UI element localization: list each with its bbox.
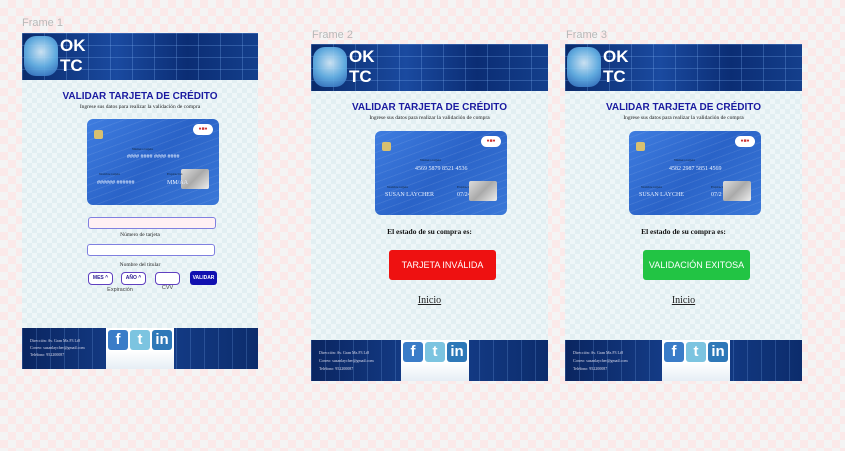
validar-button[interactable]: VALIDAR	[190, 271, 217, 285]
logo: OK TC	[603, 47, 629, 86]
credit-card-preview: ●■● Número tarjeta 4569 5879 8521 4536 N…	[375, 131, 507, 215]
footer: Dirección: Av. Gran Mz.F3 Lt8 Correo: su…	[22, 328, 258, 369]
twitter-icon[interactable]: t	[686, 342, 706, 362]
footer-phone: Teléfono: 952200087	[319, 366, 354, 371]
status-label: El estado de su compra es:	[387, 227, 472, 236]
facebook-icon[interactable]: f	[664, 342, 684, 362]
twitter-icon[interactable]: t	[130, 330, 150, 350]
card-number-input-label: Número de tarjeta	[120, 232, 160, 238]
footer-phone: Teléfono: 952200087	[30, 352, 65, 357]
card-exp-label: Expiración	[167, 172, 183, 176]
page-subtitle: Ingrese sus datos para realizar la valid…	[369, 115, 490, 121]
social-icons: f t in	[401, 340, 469, 381]
card-brands-icon: ●■●	[193, 124, 213, 135]
page-title: VALIDAR TARJETA DE CRÉDITO	[605, 102, 761, 113]
chip-icon	[636, 142, 645, 151]
logo-icon	[313, 47, 347, 87]
inicio-link[interactable]: Inicio	[565, 295, 802, 306]
footer-email: Correo: susanlaycher@gmail.com	[573, 358, 628, 363]
card-brands-icon: ●■●	[735, 136, 755, 147]
facebook-icon[interactable]: f	[108, 330, 128, 350]
chip-icon	[382, 142, 391, 151]
footer-email: Correo: susanlaycher@gmail.com	[30, 345, 85, 350]
card-name: ###### ######	[97, 180, 135, 186]
social-icons: f t in	[662, 340, 730, 381]
facebook-icon[interactable]: f	[403, 342, 423, 362]
linkedin-icon[interactable]: in	[708, 342, 728, 362]
year-select[interactable]: AÑO ^	[121, 272, 146, 285]
card-number-label: Número tarjeta	[674, 158, 696, 162]
logo: OK TC	[349, 47, 375, 86]
header-banner: OK TC	[22, 33, 258, 80]
cvv-input[interactable]	[155, 272, 180, 285]
card-number-label: Número tarjeta	[420, 158, 442, 162]
card-name: SUSAN LAYCHE	[639, 192, 684, 198]
month-select[interactable]: MES ^	[88, 272, 113, 285]
footer-address: Dirección: Av. Gran Mz.F3 Lt8	[30, 338, 81, 343]
social-icons: f t in	[106, 328, 174, 369]
card-number: 4569 5879 8521 4536	[415, 166, 468, 172]
frame-1: OK TC VALIDAR TARJETA DE CRÉDITO Ingrese…	[22, 33, 258, 369]
twitter-icon[interactable]: t	[425, 342, 445, 362]
inicio-link[interactable]: Inicio	[311, 295, 548, 306]
status-badge-success: VALIDACIÓN EXITOSA	[643, 250, 750, 280]
credit-card-preview: ●■● Número tarjeta 4582 2987 5851 4569 N…	[629, 131, 761, 215]
card-number: #### #### #### ####	[127, 154, 180, 160]
footer: Dirección: Av. Gran Mz.F3 Lt8 Correo: su…	[311, 340, 548, 381]
credit-card-preview: ●■● Número tarjeta #### #### #### #### N…	[87, 119, 219, 205]
frame-label[interactable]: Frame 1	[22, 17, 63, 29]
footer: Dirección: Av. Gran Mz.F3 Lt8 Correo: su…	[565, 340, 802, 381]
card-brands-icon: ●■●	[481, 136, 501, 147]
card-exp: MM/AA	[167, 180, 189, 186]
card-number-input[interactable]	[88, 217, 216, 229]
footer-address: Dirección: Av. Gran Mz.F3 Lt8	[319, 350, 370, 355]
expiration-label: Expiración	[107, 287, 133, 293]
logo-icon	[24, 36, 58, 76]
page-subtitle: Ingrese sus datos para realizar la valid…	[79, 104, 201, 110]
frame-label[interactable]: Frame 3	[566, 29, 607, 41]
holder-name-input[interactable]	[87, 244, 215, 256]
holder-name-label: Nombre del titular	[119, 262, 161, 268]
frame-label[interactable]: Frame 2	[312, 29, 353, 41]
card-name: SUSAN LAYCHER	[385, 192, 434, 198]
chip-icon	[94, 130, 103, 139]
cvv-label: CVV	[161, 285, 174, 291]
card-name-label: Nombre tarjeta	[99, 172, 121, 176]
page-title: VALIDAR TARJETA DE CRÉDITO	[62, 91, 218, 102]
footer-phone: Teléfono: 952200087	[573, 366, 608, 371]
frame-3: OK TC VALIDAR TARJETA DE CRÉDITO Ingrese…	[565, 44, 802, 381]
frame-2: OK TC VALIDAR TARJETA DE CRÉDITO Ingrese…	[311, 44, 548, 381]
header-banner: OK TC	[565, 44, 802, 91]
status-badge-invalid: TARJETA INVÁLIDA	[389, 250, 496, 280]
page-title: VALIDAR TARJETA DE CRÉDITO	[351, 102, 507, 113]
status-label: El estado de su compra es:	[641, 227, 726, 236]
card-name-label: Nombre tarjeta	[641, 185, 663, 189]
card-number: 4582 2987 5851 4569	[669, 166, 722, 172]
logo: OK TC	[60, 36, 86, 75]
page-subtitle: Ingrese sus datos para realizar la valid…	[623, 115, 744, 121]
header-banner: OK TC	[311, 44, 548, 91]
linkedin-icon[interactable]: in	[447, 342, 467, 362]
footer-email: Correo: susanlaycher@gmail.com	[319, 358, 374, 363]
logo-icon	[567, 47, 601, 87]
linkedin-icon[interactable]: in	[152, 330, 172, 350]
card-exp: 07/2	[711, 192, 722, 198]
footer-address: Dirección: Av. Gran Mz.F3 Lt8	[573, 350, 624, 355]
card-number-label: Número tarjeta	[132, 147, 154, 151]
card-name-label: Nombre tarjeta	[387, 185, 409, 189]
